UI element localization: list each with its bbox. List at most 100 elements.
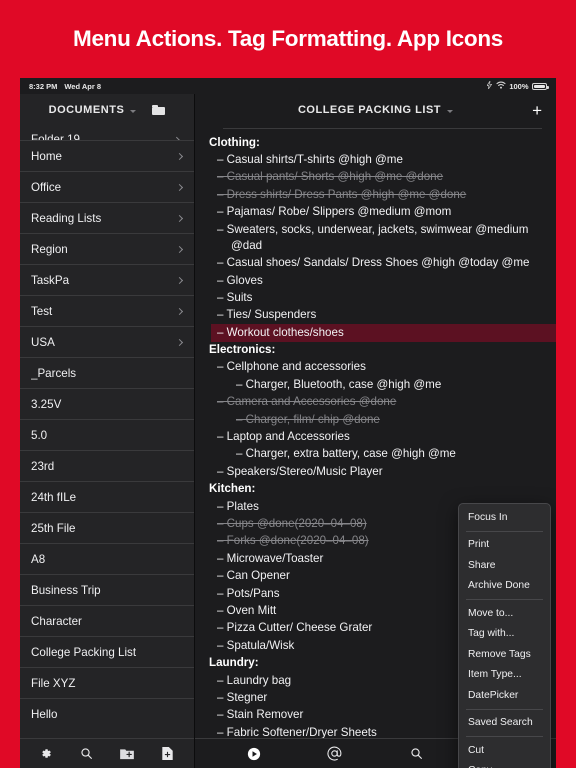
chevron-right-icon[interactable] (175, 307, 184, 315)
outline-item[interactable]: – Charger, film/ chip @done (236, 411, 546, 428)
status-bar: 8:32 PM Wed Apr 8 100% (20, 78, 556, 94)
sidebar-item[interactable]: Hello (20, 698, 194, 729)
menu-separator (466, 736, 543, 737)
sidebar-item-label: 23rd (31, 459, 55, 473)
context-menu-item[interactable]: Focus In (459, 507, 550, 528)
sidebar-item[interactable]: Office (20, 171, 194, 202)
outline-item[interactable]: – Gloves (217, 272, 546, 289)
chevron-right-icon[interactable] (175, 214, 184, 222)
sidebar-item[interactable]: File XYZ (20, 667, 194, 698)
outline-item[interactable]: – Cellphone and accessories (217, 359, 546, 376)
outline-section-header[interactable]: Clothing: (209, 134, 546, 151)
banner-title: Menu Actions. Tag Formatting. App Icons (73, 26, 503, 51)
chevron-right-icon[interactable] (175, 338, 184, 346)
at-sign-icon[interactable] (322, 743, 348, 765)
sidebar-item-label: Office (31, 180, 62, 194)
outline-item[interactable]: – Casual pants/ Shorts @high @me @done (217, 169, 546, 186)
context-menu[interactable]: Focus In Print Share Archive Done Move to...… (458, 503, 551, 768)
sidebar-item-label: Home (31, 149, 62, 163)
outline-item[interactable]: – Casual shoes/ Sandals/ Dress Shoes @hi… (217, 255, 546, 272)
sidebar-item[interactable]: USA (20, 326, 194, 357)
chevron-down-icon[interactable] (447, 109, 454, 113)
play-circle-icon[interactable] (241, 743, 267, 765)
outline-item[interactable]: – Sweaters, socks, underwear, jackets, s… (217, 221, 546, 255)
sidebar-item[interactable]: Character (20, 605, 194, 636)
context-menu-item[interactable]: DatePicker (459, 685, 550, 706)
context-menu-item[interactable]: Copy (459, 761, 550, 768)
sidebar-item[interactable]: TaskPa (20, 264, 194, 295)
search-icon[interactable] (74, 743, 100, 765)
sidebar-item-label: 5.0 (31, 428, 48, 442)
new-folder-icon[interactable] (114, 743, 140, 765)
sidebar-item[interactable]: Region (20, 233, 194, 264)
context-menu-item[interactable]: Tag with... (459, 624, 550, 645)
outline-item[interactable]: – Charger, Bluetooth, case @high @me (236, 376, 546, 393)
context-menu-item[interactable]: Move to... (459, 603, 550, 624)
promo-banner: Menu Actions. Tag Formatting. App Icons (0, 0, 576, 78)
outline-item[interactable]: – Laptop and Accessories (217, 428, 546, 445)
outline-item[interactable]: – Dress shirts/ Dress Pants @high @me @d… (217, 186, 546, 203)
sidebar-item-list[interactable]: Folder 19 Home Office Reading Lists Region Ta… (20, 126, 194, 738)
search-icon[interactable] (403, 743, 429, 765)
new-file-icon[interactable] (155, 743, 181, 765)
outline-item[interactable]: – Workout clothes/shoes (211, 324, 556, 342)
sidebar-item-label: File XYZ (31, 676, 76, 690)
outline-item[interactable]: – Charger, extra battery, case @high @me (236, 446, 546, 463)
context-menu-item[interactable]: Archive Done (459, 576, 550, 597)
gear-icon[interactable] (33, 743, 59, 765)
context-menu-item[interactable]: Cut (459, 740, 550, 761)
sidebar-item-label: Business Trip (31, 583, 101, 597)
chevron-right-icon[interactable] (175, 245, 184, 253)
sidebar-toolbar (20, 738, 194, 768)
sidebar-item[interactable]: Business Trip (20, 574, 194, 605)
status-bar-left: 8:32 PM Wed Apr 8 (29, 82, 101, 91)
sidebar-item[interactable]: _Parcels (20, 357, 194, 388)
sidebar-item-label: 3.25V (31, 397, 62, 411)
context-menu-item[interactable]: Item Type... (459, 665, 550, 686)
outline-item[interactable]: – Ties/ Suspenders (217, 307, 546, 324)
sidebar-item-label: Hello (31, 707, 58, 721)
outline-item[interactable]: – Speakers/Stereo/Music Player (217, 463, 546, 480)
sidebar-item-label: College Packing List (31, 645, 137, 659)
chevron-right-icon[interactable] (175, 183, 184, 191)
chevron-right-icon[interactable] (175, 152, 184, 160)
sidebar-item[interactable]: A8 (20, 543, 194, 574)
sidebar-item-label: 24th fILe (31, 490, 77, 504)
context-menu-item[interactable]: Saved Search (459, 713, 550, 734)
sidebar-item[interactable]: 5.0 (20, 419, 194, 450)
outline-item[interactable]: – Camera and Accessories @done (217, 394, 546, 411)
menu-separator (466, 599, 543, 600)
tablet-screen: 8:32 PM Wed Apr 8 100% DOCUMENTS Folder … (20, 78, 556, 768)
context-menu-item[interactable]: Remove Tags (459, 644, 550, 665)
folder-icon[interactable] (152, 105, 166, 115)
sidebar-item[interactable]: 24th fILe (20, 481, 194, 512)
chevron-right-icon[interactable] (175, 276, 184, 284)
outline-section-header[interactable]: Kitchen: (209, 481, 546, 498)
battery-percent: 100% (509, 81, 529, 91)
outline-section-header[interactable]: Electronics: (209, 342, 546, 359)
sidebar-item-label: Character (31, 614, 82, 628)
sidebar-item[interactable]: Home (20, 140, 194, 171)
outline-item[interactable]: – Suits (217, 289, 546, 306)
sidebar-header: DOCUMENTS (20, 94, 194, 126)
sidebar-item[interactable]: Test (20, 295, 194, 326)
add-item-button[interactable]: + (532, 102, 542, 119)
context-menu-item[interactable]: Share (459, 555, 550, 576)
sidebar-item[interactable]: College Packing List (20, 636, 194, 667)
sidebar: DOCUMENTS Folder 19 Home Office Reading Lis… (20, 94, 195, 768)
sidebar-item[interactable]: 25th File (20, 512, 194, 543)
outline-item[interactable]: – Pajamas/ Robe/ Slippers @medium @mom (217, 204, 546, 221)
sidebar-item[interactable]: 23rd (20, 450, 194, 481)
outline-item[interactable]: – Casual shirts/T-shirts @high @me (217, 151, 546, 168)
sidebar-item[interactable]: Folder 19 (20, 126, 194, 140)
context-menu-item[interactable]: Print (459, 535, 550, 556)
sidebar-item[interactable]: 3.25V (20, 388, 194, 419)
charging-icon (486, 80, 493, 91)
sidebar-title: DOCUMENTS (48, 104, 125, 116)
menu-separator (466, 708, 543, 710)
content-divider (223, 128, 542, 129)
sidebar-item[interactable]: Reading Lists (20, 202, 194, 233)
chevron-down-icon[interactable] (130, 109, 137, 113)
menu-separator (466, 530, 543, 532)
document-header: COLLEGE PACKING LIST + (195, 94, 556, 126)
